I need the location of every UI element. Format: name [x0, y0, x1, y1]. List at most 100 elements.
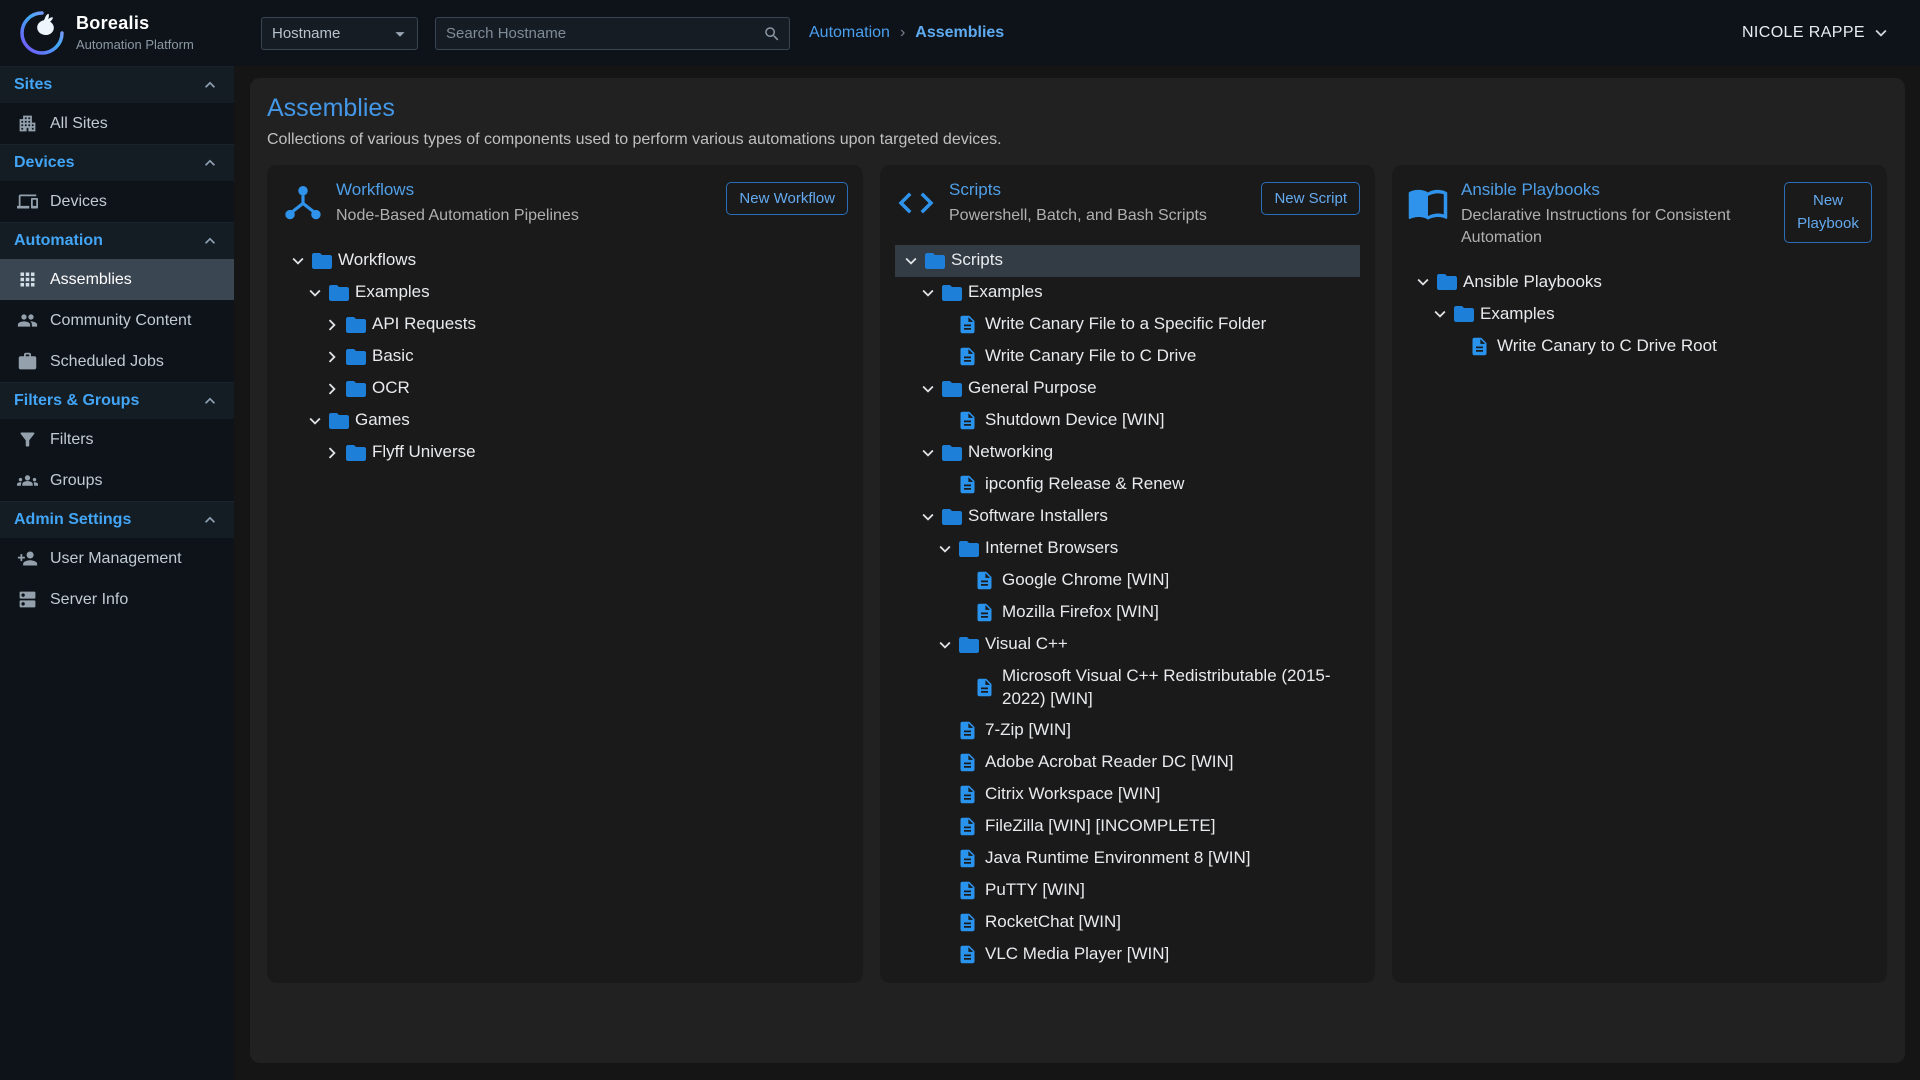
tree-folder-row[interactable]: OCR	[282, 373, 848, 405]
tree-file-row[interactable]: Shutdown Device [WIN]	[895, 405, 1360, 437]
tree-folder-row[interactable]: Examples	[1407, 298, 1872, 330]
apps-icon	[17, 269, 38, 290]
chevron-down-icon[interactable]	[916, 377, 940, 401]
tree-node-label: Networking	[968, 437, 1053, 468]
tree-folder-row[interactable]: Scripts	[895, 245, 1360, 277]
breadcrumb-automation[interactable]: Automation	[809, 24, 890, 42]
chevron-down-icon[interactable]	[1428, 302, 1452, 326]
chevron-down-icon[interactable]	[916, 441, 940, 465]
tree-file-row[interactable]: Microsoft Visual C++ Redistributable (20…	[895, 661, 1360, 715]
hostname-dropdown[interactable]: Hostname	[261, 17, 418, 50]
chevron-down-icon[interactable]	[286, 249, 310, 273]
sidebar-item-devices[interactable]: Devices	[0, 181, 234, 222]
tree-file-row[interactable]: Citrix Workspace [WIN]	[895, 778, 1360, 810]
sidebar-item-all-sites[interactable]: All Sites	[0, 103, 234, 144]
search-hostname-box[interactable]	[435, 17, 790, 50]
tree-folder-row[interactable]: Games	[282, 405, 848, 437]
tree-file-row[interactable]: Write Canary to C Drive Root	[1407, 330, 1872, 362]
tree-node-label: Workflows	[338, 245, 416, 276]
tree-folder-row[interactable]: Internet Browsers	[895, 533, 1360, 565]
chevron-down-icon[interactable]	[1411, 270, 1435, 294]
breadcrumb-separator: ›	[900, 24, 905, 42]
card-subtitle: Node-Based Automation Pipelines	[336, 205, 714, 227]
new-playbook-button[interactable]: New Playbook	[1784, 182, 1872, 243]
tree-folder-row[interactable]: Examples	[895, 277, 1360, 309]
tree-file-row[interactable]: PuTTY [WIN]	[895, 874, 1360, 906]
new-workflow-button[interactable]: New Workflow	[726, 182, 848, 215]
breadcrumb-assemblies[interactable]: Assemblies	[915, 24, 1004, 42]
tree-file-row[interactable]: Write Canary File to C Drive	[895, 341, 1360, 373]
sidebar-section-devices[interactable]: Devices	[0, 144, 234, 181]
tree-file-row[interactable]: 7-Zip [WIN]	[895, 714, 1360, 746]
card-subtitle: Declarative Instructions for Consistent …	[1461, 205, 1772, 248]
tree-file-row[interactable]: RocketChat [WIN]	[895, 906, 1360, 938]
sidebar-section-automation[interactable]: Automation	[0, 222, 234, 259]
sidebar-section-admin-settings[interactable]: Admin Settings	[0, 501, 234, 538]
chevron-up-icon	[200, 391, 220, 411]
brand-subtitle: Automation Platform	[76, 37, 194, 52]
sidebar-section-sites[interactable]: Sites	[0, 66, 234, 103]
chevron-down-icon[interactable]	[933, 537, 957, 561]
tree-file-row[interactable]: Mozilla Firefox [WIN]	[895, 597, 1360, 629]
tree-node-label: FileZilla [WIN] [INCOMPLETE]	[985, 811, 1215, 842]
chevron-spacer	[933, 846, 957, 870]
chevron-right-icon[interactable]	[320, 441, 344, 465]
tree-folder-row[interactable]: Ansible Playbooks	[1407, 266, 1872, 298]
sidebar-item-community-content[interactable]: Community Content	[0, 300, 234, 341]
tree-folder-row[interactable]: Workflows	[282, 245, 848, 277]
tree-folder-row[interactable]: Networking	[895, 437, 1360, 469]
tree-node-label: OCR	[372, 373, 410, 404]
tree-node-label: Flyff Universe	[372, 437, 476, 468]
tree-file-row[interactable]: FileZilla [WIN] [INCOMPLETE]	[895, 810, 1360, 842]
chevron-spacer	[933, 942, 957, 966]
tree-folder-row[interactable]: Flyff Universe	[282, 437, 848, 469]
sidebar-item-user-management[interactable]: User Management	[0, 538, 234, 579]
chevron-down-icon[interactable]	[303, 409, 327, 433]
sidebar: SitesAll Sites Devices Devices AutomationAs…	[0, 66, 234, 1080]
tree-file-row[interactable]: Adobe Acrobat Reader DC [WIN]	[895, 746, 1360, 778]
tree-file-row[interactable]: VLC Media Player [WIN]	[895, 938, 1360, 970]
chevron-spacer	[933, 910, 957, 934]
new-script-button[interactable]: New Script	[1261, 182, 1360, 215]
sidebar-item-assemblies[interactable]: Assemblies	[0, 259, 234, 300]
sidebar-section-label: Devices	[14, 154, 75, 172]
chevron-down-icon[interactable]	[916, 505, 940, 529]
chevron-right-icon[interactable]	[320, 345, 344, 369]
tree-folder-row[interactable]: Basic	[282, 341, 848, 373]
search-input[interactable]	[436, 25, 763, 42]
tree-folder-row[interactable]: API Requests	[282, 309, 848, 341]
card-title: Scripts	[949, 180, 1249, 200]
chevron-down-icon[interactable]	[303, 281, 327, 305]
chevron-spacer	[933, 313, 957, 337]
chevron-right-icon[interactable]	[320, 377, 344, 401]
tree-folder-row[interactable]: Examples	[282, 277, 848, 309]
sidebar-item-server-info[interactable]: Server Info	[0, 579, 234, 620]
folder-icon	[940, 441, 968, 465]
sidebar-item-label: Devices	[50, 193, 107, 211]
tree-file-row[interactable]: Java Runtime Environment 8 [WIN]	[895, 842, 1360, 874]
tree-node-label: Ansible Playbooks	[1463, 267, 1602, 298]
tree-file-row[interactable]: ipconfig Release & Renew	[895, 469, 1360, 501]
tree-file-row[interactable]: Google Chrome [WIN]	[895, 565, 1360, 597]
chevron-down-icon[interactable]	[916, 281, 940, 305]
tree-node-label: Write Canary File to a Specific Folder	[985, 309, 1266, 340]
chevron-down-icon[interactable]	[899, 249, 923, 273]
sidebar-item-filters[interactable]: Filters	[0, 419, 234, 460]
sidebar-item-groups[interactable]: Groups	[0, 460, 234, 501]
chevron-right-icon[interactable]	[320, 313, 344, 337]
workflow-icon	[282, 182, 324, 224]
sidebar-item-scheduled-jobs[interactable]: Scheduled Jobs	[0, 341, 234, 382]
sidebar-section-filters-groups[interactable]: Filters & Groups	[0, 382, 234, 419]
tree-node-label: Shutdown Device [WIN]	[985, 405, 1165, 436]
chevron-down-icon[interactable]	[933, 633, 957, 657]
chevron-up-icon	[200, 510, 220, 530]
sidebar-item-label: Scheduled Jobs	[50, 353, 164, 371]
tree-folder-row[interactable]: General Purpose	[895, 373, 1360, 405]
card-title: Workflows	[336, 180, 714, 200]
workflows-card-header: Workflows Node-Based Automation Pipeline…	[282, 180, 848, 227]
dns-icon	[17, 589, 38, 610]
tree-file-row[interactable]: Write Canary File to a Specific Folder	[895, 309, 1360, 341]
tree-folder-row[interactable]: Software Installers	[895, 501, 1360, 533]
tree-folder-row[interactable]: Visual C++	[895, 629, 1360, 661]
user-menu[interactable]: NICOLE RAPPE	[1742, 0, 1892, 66]
